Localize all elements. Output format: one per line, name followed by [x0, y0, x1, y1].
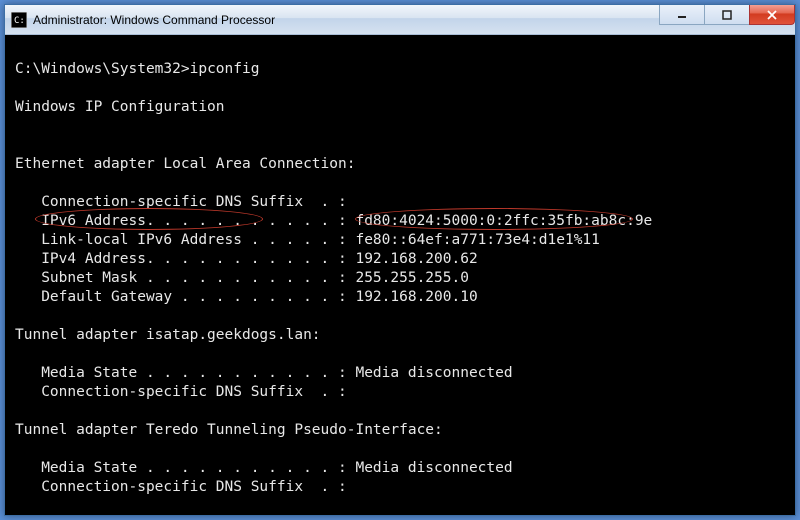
adapter1-row: Subnet Mask . . . . . . . . . . . : 255.…	[15, 270, 469, 286]
prompt-line: C:\Windows\System32>ipconfig	[15, 61, 259, 77]
adapter2-row: Connection-specific DNS Suffix . :	[15, 384, 347, 400]
console-output[interactable]: C:\Windows\System32>ipconfig Windows IP …	[11, 39, 789, 509]
adapter1-row: IPv4 Address. . . . . . . . . . . : 192.…	[15, 251, 478, 267]
adapter3-row: Media State . . . . . . . . . . . : Medi…	[15, 460, 513, 476]
cmd-icon: C:	[11, 12, 27, 28]
titlebar[interactable]: C: Administrator: Windows Command Proces…	[5, 5, 795, 35]
close-button[interactable]	[749, 5, 795, 25]
svg-text:C:: C:	[14, 16, 25, 26]
minimize-button[interactable]	[659, 5, 705, 25]
command-prompt-window: C: Administrator: Windows Command Proces…	[4, 4, 796, 516]
adapter1-row: Link-local IPv6 Address . . . . . : fe80…	[15, 232, 600, 248]
adapter1-row: IPv6 Address. . . . . . . . . . . : fd80…	[15, 213, 652, 229]
window-controls	[660, 5, 795, 25]
config-heading: Windows IP Configuration	[15, 99, 225, 115]
adapter1-row: Default Gateway . . . . . . . . . : 192.…	[15, 289, 478, 305]
adapter1-header: Ethernet adapter Local Area Connection:	[15, 156, 355, 172]
adapter2-header: Tunnel adapter isatap.geekdogs.lan:	[15, 327, 321, 343]
window-title: Administrator: Windows Command Processor	[33, 13, 275, 27]
adapter3-header: Tunnel adapter Teredo Tunneling Pseudo-I…	[15, 422, 443, 438]
adapter2-row: Media State . . . . . . . . . . . : Medi…	[15, 365, 513, 381]
adapter1-row: Connection-specific DNS Suffix . :	[15, 194, 347, 210]
adapter3-row: Connection-specific DNS Suffix . :	[15, 479, 347, 495]
maximize-button[interactable]	[704, 5, 750, 25]
